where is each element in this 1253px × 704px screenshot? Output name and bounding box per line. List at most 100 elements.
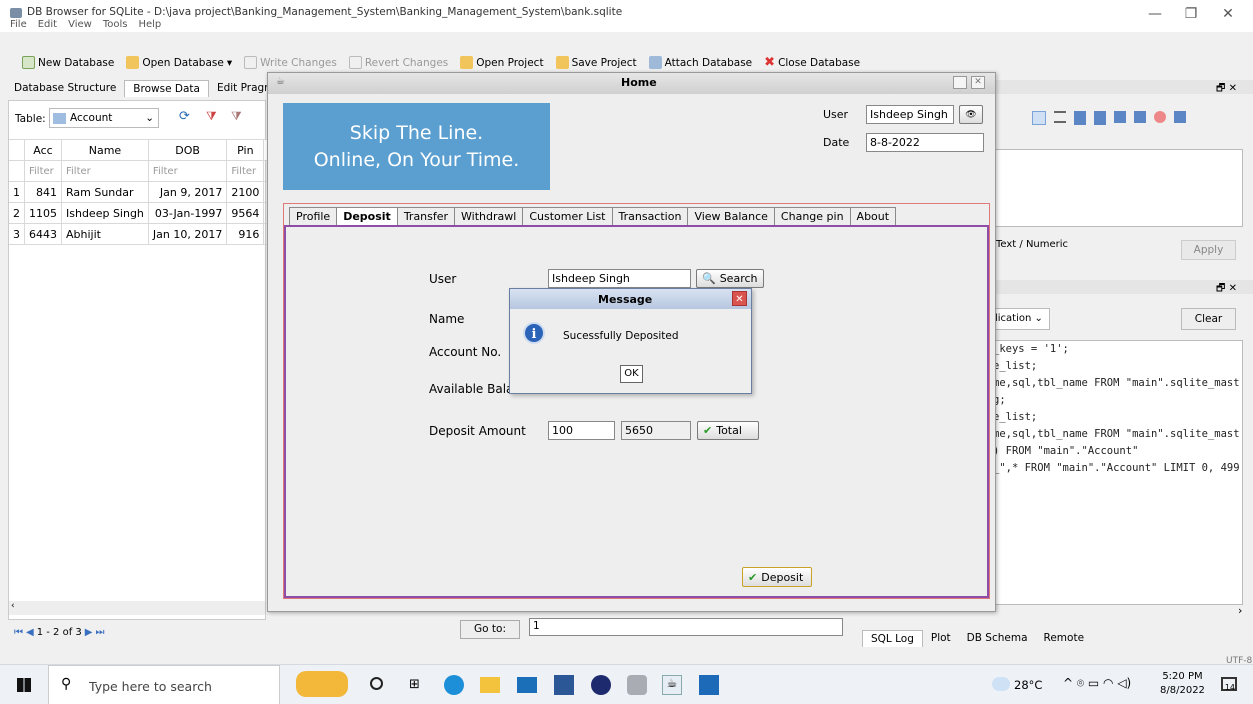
clear-button[interactable]: Clear bbox=[1181, 308, 1236, 330]
deposit-button[interactable]: ✔ Deposit bbox=[742, 567, 812, 587]
column-header-acc[interactable]: Acc bbox=[24, 139, 62, 161]
clock[interactable]: 5:20 PM 8/8/2022 bbox=[1160, 670, 1205, 698]
new-database-button[interactable]: New Database bbox=[22, 56, 114, 69]
cell-editor[interactable] bbox=[990, 149, 1243, 227]
tab-about[interactable]: About bbox=[849, 207, 897, 225]
checkmark-icon: ✔ bbox=[748, 570, 758, 584]
menu-tools[interactable]: Tools bbox=[103, 19, 128, 30]
maximize-button[interactable]: ❐ bbox=[1176, 6, 1206, 22]
tab-view-balance[interactable]: View Balance bbox=[687, 207, 775, 225]
word-wrap-icon[interactable] bbox=[1054, 111, 1066, 123]
photos-icon[interactable] bbox=[699, 675, 719, 695]
menu-edit[interactable]: Edit bbox=[38, 19, 57, 30]
print-icon[interactable] bbox=[1174, 111, 1186, 123]
open-project-button[interactable]: Open Project bbox=[460, 56, 544, 69]
submitted-by-select[interactable]: lication ⌄ bbox=[990, 308, 1050, 330]
save-project-button[interactable]: Save Project bbox=[555, 56, 637, 69]
erase-icon[interactable] bbox=[1154, 111, 1166, 123]
copy-icon[interactable] bbox=[1134, 111, 1146, 123]
table-row[interactable]: 1 841 Ram Sundar Jan 9, 2017 2100 S bbox=[9, 181, 281, 203]
tab-db-schema[interactable]: DB Schema bbox=[959, 630, 1036, 647]
form-user-label: User bbox=[429, 272, 457, 286]
scroll-right-icon[interactable]: › bbox=[1238, 604, 1242, 617]
tab-browse-data[interactable]: Browse Data bbox=[124, 80, 209, 97]
file-explorer-icon[interactable] bbox=[480, 677, 500, 693]
tab-profile[interactable]: Profile bbox=[289, 207, 338, 225]
table-select[interactable]: Account ⌄ bbox=[49, 108, 159, 128]
deposit-user-input[interactable]: Ishdeep Singh bbox=[548, 269, 691, 288]
tab-change-pin[interactable]: Change pin bbox=[773, 207, 851, 225]
filter-icon[interactable]: ⧩ bbox=[231, 109, 242, 124]
prev-record-icon[interactable]: ◀ bbox=[26, 627, 34, 638]
deposit-amount-input[interactable]: 100 bbox=[548, 421, 615, 440]
close-icon[interactable]: ✕ bbox=[732, 291, 747, 306]
tab-sql-log[interactable]: SQL Log bbox=[862, 630, 923, 647]
filter-pin[interactable]: Filter bbox=[226, 160, 265, 182]
close-icon[interactable]: ✕ bbox=[971, 76, 985, 89]
tab-customer-list[interactable]: Customer List bbox=[522, 207, 613, 225]
clear-filter-icon[interactable]: ⧩ bbox=[206, 109, 217, 124]
taskbar-search[interactable]: ⚲ Type here to search bbox=[48, 665, 280, 704]
goto-button[interactable]: Go to: bbox=[460, 620, 520, 639]
notification-icon[interactable]: 14 bbox=[1221, 677, 1237, 692]
text-mode-icon[interactable] bbox=[1032, 111, 1046, 125]
db-browser-icon[interactable] bbox=[627, 675, 647, 695]
tab-transfer[interactable]: Transfer bbox=[396, 207, 456, 225]
banner-line-2: Online, On Your Time. bbox=[313, 149, 520, 171]
attach-database-button[interactable]: Attach Database bbox=[648, 56, 752, 69]
task-view-icon[interactable]: ⊞ bbox=[409, 677, 420, 692]
first-record-icon[interactable]: ⏮ bbox=[14, 627, 23, 638]
close-database-button[interactable]: ✖ Close Database bbox=[764, 55, 860, 70]
tab-withdrawl[interactable]: Withdrawl bbox=[454, 207, 524, 225]
cortana-icon[interactable] bbox=[370, 677, 383, 690]
column-header-pin[interactable]: Pin bbox=[226, 139, 265, 161]
horizontal-scrollbar[interactable]: ‹ bbox=[9, 601, 265, 615]
search-button[interactable]: 🔍 Search bbox=[696, 269, 764, 288]
table-row[interactable]: 3 6443 Abhijit Jan 10, 2017 916 S bbox=[9, 223, 281, 245]
filter-name[interactable]: Filter bbox=[61, 160, 149, 182]
dock-float-icon[interactable]: 🗗 ✕ bbox=[1216, 81, 1237, 98]
menu-view[interactable]: View bbox=[68, 19, 92, 30]
filter-acc[interactable]: Filter bbox=[24, 160, 62, 182]
mail-icon[interactable] bbox=[517, 677, 537, 693]
revert-changes-button[interactable]: Revert Changes bbox=[348, 56, 448, 69]
ok-button[interactable]: OK bbox=[620, 365, 643, 383]
tray-icons[interactable]: ^ ⌾ ▭ ◠ ◁) bbox=[1063, 676, 1131, 691]
open-database-button[interactable]: Open Database ▾ bbox=[126, 56, 232, 69]
column-header-name[interactable]: Name bbox=[61, 139, 149, 161]
apply-button[interactable]: Apply bbox=[1181, 240, 1236, 260]
sql-log-text: _keys = '1'; e_list; me,sql,tbl_name FRO… bbox=[990, 340, 1243, 605]
tab-deposit[interactable]: Deposit bbox=[336, 207, 398, 225]
dock-float-icon[interactable]: 🗗 ✕ bbox=[1216, 281, 1237, 298]
name-label: Name bbox=[429, 312, 465, 326]
eye-button[interactable]: 👁 bbox=[959, 105, 983, 124]
cats-widget-icon[interactable] bbox=[296, 671, 348, 697]
column-header-dob[interactable]: DOB bbox=[147, 139, 228, 161]
refresh-icon[interactable]: ⟳ bbox=[179, 109, 190, 124]
goto-input[interactable]: 1 bbox=[529, 618, 843, 636]
edge-icon[interactable] bbox=[444, 675, 464, 695]
write-changes-button[interactable]: Write Changes bbox=[244, 56, 337, 69]
tab-transaction[interactable]: Transaction bbox=[611, 207, 689, 225]
filter-dob[interactable]: Filter bbox=[147, 160, 228, 182]
menu-file[interactable]: File bbox=[10, 19, 27, 30]
minimize-icon[interactable] bbox=[953, 76, 967, 89]
tab-remote[interactable]: Remote bbox=[1036, 630, 1093, 647]
table-row[interactable]: 2 1105 Ishdeep Singh 03-Jan-1997 9564 S bbox=[9, 202, 281, 224]
weather-text[interactable]: 28°C bbox=[1014, 678, 1042, 692]
java-icon[interactable]: ☕ bbox=[662, 675, 682, 695]
set-null-icon[interactable] bbox=[1114, 111, 1126, 123]
total-button[interactable]: ✔ Total bbox=[697, 421, 759, 440]
app-icon-blue[interactable] bbox=[591, 675, 611, 695]
next-record-icon[interactable]: ▶ bbox=[85, 627, 93, 638]
tab-database-structure[interactable]: Database Structure bbox=[6, 80, 124, 97]
tab-plot[interactable]: Plot bbox=[923, 630, 959, 647]
last-record-icon[interactable]: ⏭ bbox=[95, 627, 104, 638]
word-icon[interactable] bbox=[554, 675, 574, 695]
close-window-button[interactable]: ✕ bbox=[1213, 6, 1243, 22]
export-icon[interactable] bbox=[1094, 111, 1106, 125]
minimize-button[interactable]: — bbox=[1140, 6, 1170, 22]
import-icon[interactable] bbox=[1074, 111, 1086, 125]
windows-start-icon[interactable] bbox=[17, 678, 31, 692]
menu-help[interactable]: Help bbox=[138, 19, 161, 30]
